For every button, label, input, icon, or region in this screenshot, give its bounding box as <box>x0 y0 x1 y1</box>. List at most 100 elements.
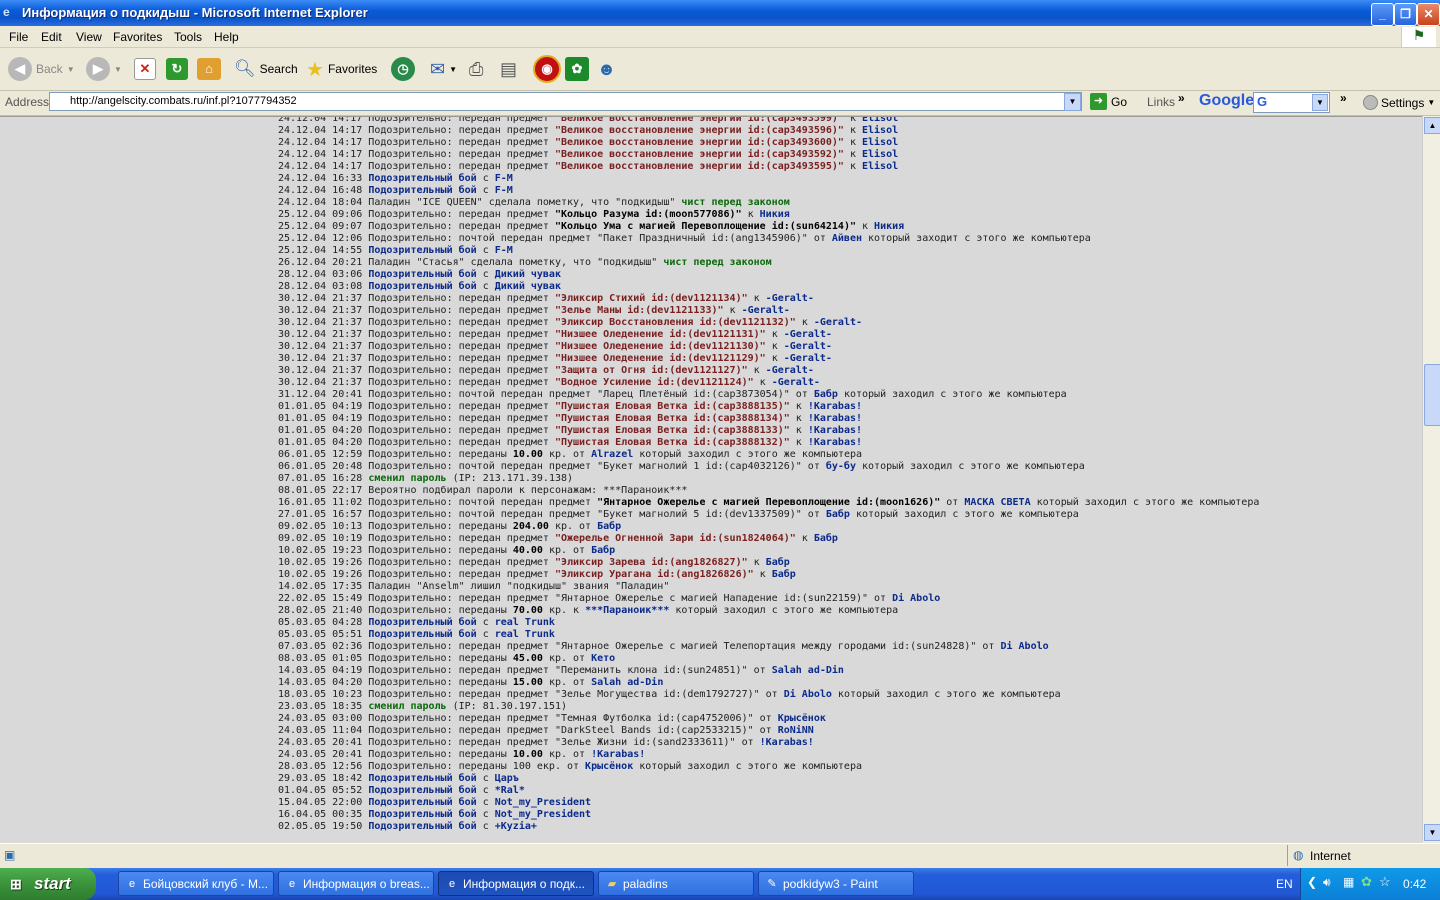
user-link[interactable]: -Geralt- <box>766 365 814 376</box>
home-button[interactable]: ⌂ <box>197 56 221 82</box>
user-link[interactable]: real Trunk <box>495 629 555 640</box>
scroll-down-button[interactable]: ▼ <box>1424 824 1440 841</box>
user-link[interactable]: Подозрительный бой <box>368 185 476 196</box>
user-link[interactable]: Подозрительный бой <box>368 173 476 184</box>
user-link[interactable]: Elisol <box>862 137 898 148</box>
icq-tray-icon[interactable]: ✿ <box>1361 874 1372 890</box>
close-button[interactable]: ✕ <box>1417 3 1440 26</box>
user-link[interactable]: !Karabas! <box>591 749 645 760</box>
user-link[interactable]: Бабр <box>826 509 850 520</box>
user-link[interactable]: !Karabas! <box>808 437 862 448</box>
task-item-info-breas[interactable]: e Информация о breas... <box>278 871 434 896</box>
user-link[interactable]: Бабр <box>772 569 796 580</box>
start-button[interactable]: ⊞ start <box>0 868 96 900</box>
links-button[interactable]: Links <box>1147 95 1175 109</box>
edit-button[interactable]: ▤ <box>500 56 517 82</box>
go-button[interactable]: ➜ Go <box>1090 93 1127 110</box>
user-link[interactable]: Подозрительный бой <box>368 617 476 628</box>
user-link[interactable]: Di Abolo <box>784 689 832 700</box>
google-chevron-icon[interactable]: » <box>1340 91 1347 105</box>
refresh-button[interactable]: ↻ <box>166 56 188 82</box>
user-link[interactable]: Not_my_President <box>495 797 591 808</box>
user-link[interactable]: -Geralt- <box>814 317 862 328</box>
user-link[interactable]: Кето <box>591 653 615 664</box>
user-link[interactable]: !Karabas! <box>808 401 862 412</box>
user-link[interactable]: Salah ad-Din <box>772 665 844 676</box>
links-chevron-icon[interactable]: » <box>1178 91 1185 105</box>
menu-tools[interactable]: Tools <box>174 30 202 44</box>
user-link[interactable]: Бабр <box>597 521 621 532</box>
user-link[interactable]: МАСКА СВЕТА <box>964 497 1030 508</box>
user-link[interactable]: Подозрительный бой <box>368 269 476 280</box>
menu-favorites[interactable]: Favorites <box>113 30 162 44</box>
address-input[interactable] <box>49 92 1082 111</box>
stop-button[interactable]: ✕ <box>134 56 156 82</box>
window-titlebar[interactable]: e Информация о подкидыш - Microsoft Inte… <box>0 0 1440 26</box>
user-link[interactable]: -Geralt- <box>784 353 832 364</box>
addon-button-2[interactable]: ✿ <box>565 56 589 82</box>
menu-file[interactable]: File <box>9 30 28 44</box>
messenger-button[interactable]: ☻ <box>597 56 616 82</box>
user-link[interactable]: Бабр <box>591 545 615 556</box>
user-link[interactable]: Подозрительный бой <box>368 773 476 784</box>
google-dropdown-icon[interactable]: ▼ <box>1312 94 1328 111</box>
scroll-thumb[interactable] <box>1424 364 1440 426</box>
user-link[interactable]: Подозрительный бой <box>368 821 476 832</box>
user-link[interactable]: бу-бу <box>826 461 856 472</box>
task-item-paint[interactable]: ✎ podkidyw3 - Paint <box>758 871 914 896</box>
user-link[interactable]: Подозрительный бой <box>368 245 476 256</box>
back-button[interactable]: ◀ Back ▼ <box>8 56 75 82</box>
forward-button[interactable]: ▶ ▼ <box>86 56 122 82</box>
menu-help[interactable]: Help <box>214 30 239 44</box>
user-link[interactable]: Бабр <box>814 389 838 400</box>
minimize-button[interactable]: _ <box>1371 3 1394 26</box>
task-item-fightclub[interactable]: e Бойцовский клуб - M... <box>118 871 274 896</box>
user-link[interactable]: Крысёнок <box>585 761 633 772</box>
user-link[interactable]: Elisol <box>862 149 898 160</box>
user-link[interactable]: Крысёнок <box>778 713 826 724</box>
user-link[interactable]: Di Abolo <box>1000 641 1048 652</box>
user-link[interactable]: Elisol <box>862 117 898 124</box>
star-tray-icon[interactable]: ☆ <box>1379 874 1391 890</box>
user-link[interactable]: -Geralt- <box>784 329 832 340</box>
user-link[interactable]: !Karabas! <box>760 737 814 748</box>
user-link[interactable]: Бабр <box>766 557 790 568</box>
language-indicator[interactable]: EN <box>1276 877 1293 891</box>
user-link[interactable]: !Karabas! <box>808 413 862 424</box>
user-link[interactable]: Salah ad-Din <box>591 677 663 688</box>
user-link[interactable]: Di Abolo <box>892 593 940 604</box>
user-link[interactable]: ***Параноик*** <box>585 605 669 616</box>
user-link[interactable]: Бабр <box>814 533 838 544</box>
user-link[interactable]: Царъ <box>495 773 519 784</box>
user-link[interactable]: Никия <box>760 209 790 220</box>
user-link[interactable]: Not_my_President <box>495 809 591 820</box>
vertical-scrollbar[interactable]: ▲ ▼ <box>1422 116 1440 842</box>
volume-icon[interactable]: 🔊︎ <box>1323 875 1331 890</box>
network-icon[interactable]: ▦ <box>1343 875 1354 889</box>
address-field[interactable]: e ▼ <box>49 92 1082 111</box>
user-link[interactable]: Elisol <box>862 161 898 172</box>
user-link[interactable]: F-M <box>495 185 513 196</box>
user-link[interactable]: Айвен <box>832 233 862 244</box>
user-link[interactable]: Подозрительный бой <box>368 281 476 292</box>
favorites-button[interactable]: ★ Favorites <box>306 56 377 82</box>
tray-expand-icon[interactable]: ❮ <box>1307 875 1317 889</box>
menu-edit[interactable]: Edit <box>41 30 62 44</box>
user-link[interactable]: -Geralt- <box>766 293 814 304</box>
history-button[interactable]: ◷ <box>391 56 415 82</box>
settings-button[interactable]: Settings ▼ <box>1363 95 1435 110</box>
user-link[interactable]: Alrazel <box>591 449 633 460</box>
user-link[interactable]: F-M <box>495 173 513 184</box>
user-link[interactable]: !Karabas! <box>808 425 862 436</box>
user-link[interactable]: F-M <box>495 245 513 256</box>
user-link[interactable]: Никия <box>874 221 904 232</box>
search-button[interactable]: 🔍︎ Search <box>234 56 298 82</box>
user-link[interactable]: Подозрительный бой <box>368 797 476 808</box>
user-link[interactable]: -Geralt- <box>772 377 820 388</box>
user-link[interactable]: Дикий чувак <box>495 269 561 280</box>
menu-view[interactable]: View <box>76 30 102 44</box>
user-link[interactable]: Дикий чувак <box>495 281 561 292</box>
user-link[interactable]: real Trunk <box>495 617 555 628</box>
mail-button[interactable]: ✉ ▼ <box>430 56 457 82</box>
address-dropdown-icon[interactable]: ▼ <box>1064 93 1081 111</box>
